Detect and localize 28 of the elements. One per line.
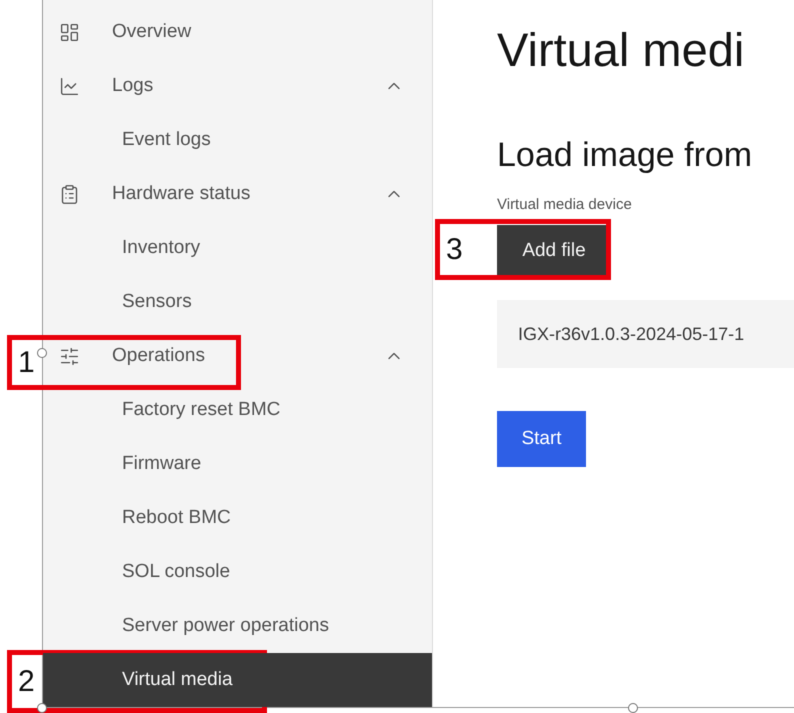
- sidebar-item[interactable]: Event logs: [43, 113, 432, 167]
- sidebar-item[interactable]: Sensors: [43, 275, 432, 329]
- sidebar-item[interactable]: Virtual media: [43, 653, 432, 707]
- page-title: Virtual medi: [497, 22, 746, 78]
- annotation-number: 3: [446, 234, 463, 264]
- annotation-number: 2: [18, 666, 35, 696]
- field-label: Virtual media device: [497, 196, 633, 213]
- sidebar-item[interactable]: Firmware: [43, 437, 432, 491]
- start-button[interactable]: Start: [497, 411, 586, 467]
- nav-icon: [59, 184, 80, 204]
- annotation-number: 1: [18, 348, 35, 378]
- sidebar-item[interactable]: Overview: [43, 5, 432, 59]
- nav-icon: [59, 22, 80, 42]
- nav-icon: [59, 346, 80, 366]
- resize-handle[interactable]: [628, 703, 638, 713]
- sidebar-item[interactable]: Inventory: [43, 221, 432, 275]
- sidebar-item[interactable]: Factory reset BMC: [43, 383, 432, 437]
- resize-handle[interactable]: [37, 348, 47, 358]
- sidebar-item[interactable]: Logs: [43, 59, 432, 113]
- sidebar-item[interactable]: Operations: [43, 329, 432, 383]
- sidebar-item[interactable]: Hardware status: [43, 167, 432, 221]
- file-name: IGX-r36v1.0.3-2024-05-17-1: [497, 300, 794, 368]
- section-title: Load image from: [497, 135, 754, 176]
- resize-handle[interactable]: [37, 703, 47, 713]
- nav-icon: [59, 76, 80, 96]
- sidebar-item[interactable]: Reboot BMC: [43, 491, 432, 545]
- sidebar-item[interactable]: Server power operations: [43, 599, 432, 653]
- sidebar-item[interactable]: SOL console: [43, 545, 432, 599]
